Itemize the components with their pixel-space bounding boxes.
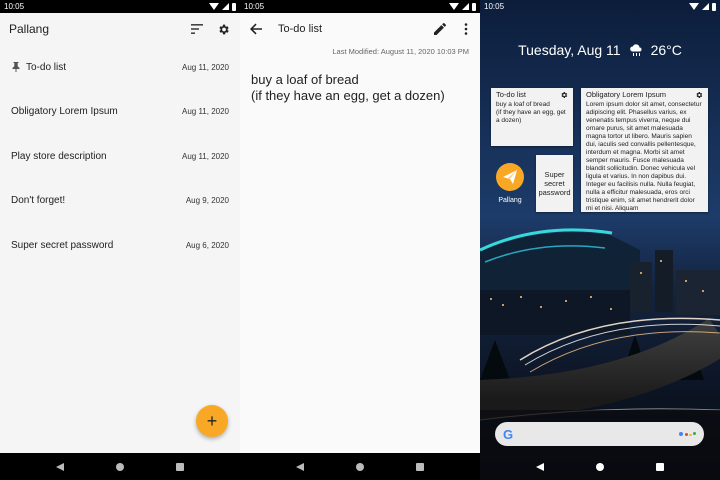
note-body-editor[interactable]: buy a loaf of bread (if they have an egg…: [251, 72, 472, 104]
note-body-line: buy a loaf of bread: [251, 72, 359, 87]
gear-icon[interactable]: [560, 91, 568, 99]
google-logo-icon: G: [503, 426, 514, 442]
nav-home-icon[interactable]: [596, 462, 604, 471]
nav-back-icon[interactable]: [56, 462, 64, 471]
note-item[interactable]: Don't forget! Aug 9, 2020: [0, 179, 240, 224]
notes-list-screen: 10:05 Pallang To-do list Aug 11, 2020 Ob…: [0, 0, 240, 480]
widget-line: a dozen): [496, 117, 522, 124]
widget-line: secret: [544, 179, 565, 188]
note-item[interactable]: To-do list Aug 11, 2020: [0, 45, 240, 90]
note-item[interactable]: Super secret password Aug 6, 2020: [0, 223, 240, 268]
note-title: To-do list: [26, 61, 67, 73]
google-search-bar[interactable]: G: [495, 422, 704, 446]
cellular-icon: [462, 3, 469, 10]
widget-body: Lorem ipsum dolor sit amet, consectetur …: [586, 101, 702, 212]
pin-icon: [11, 62, 20, 73]
wallpaper-city-night: [480, 0, 720, 480]
app-title: Pallang: [9, 22, 50, 36]
note-title: Super secret password: [11, 239, 114, 251]
status-icons: [689, 2, 716, 11]
nav-back-icon[interactable]: [296, 462, 304, 471]
nav-recents-icon[interactable]: [176, 462, 184, 471]
note-date: Aug 11, 2020: [181, 151, 229, 161]
status-time: 10:05: [4, 2, 25, 11]
widget-header: To-do list: [496, 91, 568, 99]
gear-icon[interactable]: [215, 21, 231, 37]
screens-composite: 10:05 Pallang To-do list Aug 11, 2020 Ob…: [0, 0, 720, 480]
notes-list: To-do list Aug 11, 2020 Obligatory Lorem…: [0, 45, 240, 268]
nav-bar: [240, 453, 480, 480]
note-date: Aug 9, 2020: [185, 196, 229, 206]
status-bar: 10:05: [240, 0, 480, 13]
last-modified-text: Last Modified: August 11, 2020 10:03 PM: [332, 47, 469, 56]
nav-recents-icon[interactable]: [656, 462, 664, 471]
status-icons: [449, 2, 476, 11]
status-bar: 10:05: [0, 0, 240, 13]
nav-home-icon[interactable]: [356, 462, 364, 471]
cloud-rain-icon: [629, 43, 643, 57]
battery-icon: [712, 2, 716, 11]
widget-line: Super: [544, 170, 565, 179]
gear-icon[interactable]: [695, 91, 703, 99]
pallang-app-icon[interactable]: Pallang: [493, 163, 527, 204]
status-bar: 10:05: [480, 0, 720, 13]
battery-icon: [472, 2, 476, 11]
note-date: Aug 11, 2020: [181, 107, 229, 117]
secret-password-widget[interactable]: Super secret password: [536, 155, 573, 212]
widget-line: (if they have an egg, get: [496, 109, 566, 116]
note-date: Aug 11, 2020: [181, 62, 229, 72]
widget-header: Obligatory Lorem Ipsum: [586, 91, 703, 99]
app-bar: Pallang: [0, 13, 240, 45]
editor-title: To-do list: [278, 23, 323, 35]
widget-title: Obligatory Lorem Ipsum: [586, 90, 667, 99]
home-temperature: 26°C: [650, 42, 682, 58]
wifi-icon: [209, 3, 219, 10]
nav-home-icon[interactable]: [116, 462, 124, 471]
note-title: Obligatory Lorem Ipsum: [11, 106, 118, 118]
wifi-icon: [449, 3, 459, 10]
widget-line: buy a loaf of bread: [496, 101, 550, 108]
lorem-widget[interactable]: Obligatory Lorem Ipsum Lorem ipsum dolor…: [581, 88, 708, 212]
arrow-back-icon[interactable]: [248, 21, 264, 37]
note-title: Don't forget!: [11, 195, 66, 207]
todo-widget[interactable]: To-do list buy a loaf of bread (if they …: [491, 88, 573, 146]
app-label: Pallang: [498, 197, 522, 204]
status-icons: [209, 2, 236, 11]
widget-title: To-do list: [496, 90, 527, 99]
editor-app-bar: To-do list: [240, 13, 480, 45]
nav-back-icon[interactable]: [536, 462, 544, 471]
widget-text: Super secret password: [538, 170, 570, 197]
home-screen: 10:05 Tuesday, Aug 11 26°C To-do list bu…: [480, 0, 720, 480]
at-a-glance-widget[interactable]: Tuesday, Aug 11 26°C: [480, 42, 720, 58]
wifi-icon: [689, 3, 699, 10]
note-item[interactable]: Play store description Aug 11, 2020: [0, 134, 240, 179]
nav-bar: [0, 453, 240, 480]
more-vert-icon[interactable]: [458, 21, 474, 37]
status-time: 10:05: [244, 2, 265, 11]
add-note-button[interactable]: +: [196, 405, 228, 437]
note-body-line: (if they have an egg, get a dozen): [251, 88, 445, 103]
pencil-icon[interactable]: [432, 21, 448, 37]
note-title: Play store description: [11, 150, 107, 162]
paper-plane-icon: [496, 163, 524, 191]
cellular-icon: [702, 3, 709, 10]
home-date: Tuesday, Aug 11: [518, 42, 621, 58]
sort-icon[interactable]: [189, 21, 205, 37]
widget-line: password: [538, 188, 571, 197]
nav-recents-icon[interactable]: [416, 462, 424, 471]
status-time: 10:05: [484, 2, 505, 11]
cellular-icon: [222, 3, 229, 10]
note-editor-screen: 10:05 To-do list Last Modified: August 1…: [240, 0, 480, 480]
nav-bar: [480, 453, 720, 480]
battery-icon: [232, 2, 236, 11]
note-date: Aug 6, 2020: [185, 240, 229, 250]
note-item[interactable]: Obligatory Lorem Ipsum Aug 11, 2020: [0, 90, 240, 135]
assistant-mic-icon[interactable]: [679, 432, 696, 436]
